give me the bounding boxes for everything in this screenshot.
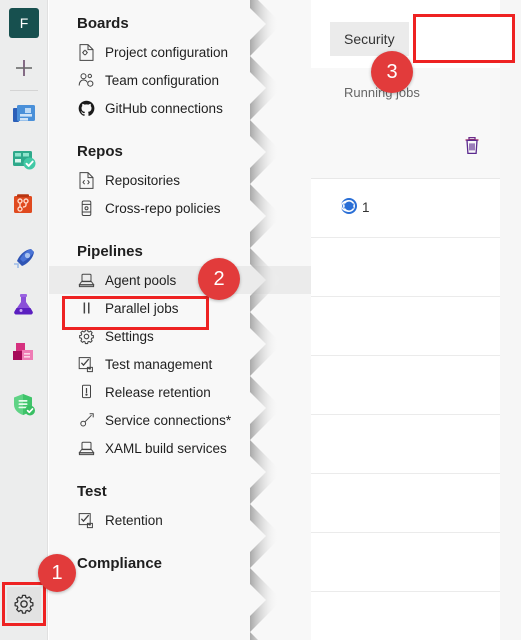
boards-icon[interactable] [9,145,39,175]
project-settings-nav: Boards Project configuration Team config… [49,0,311,640]
content-header: Security Add pool [311,0,521,68]
artifacts-icon[interactable] [9,337,39,367]
test-plans-icon[interactable] [9,290,39,320]
sidebar-item-label: Repositories [105,172,181,188]
team-icon [77,71,95,89]
nav-section-boards: Boards [77,14,129,32]
screenshot-root: F Boards Project configuration Team conf… [0,0,521,640]
service-connection-icon [77,411,95,429]
pipelines-icon[interactable] [9,244,39,274]
xaml-build-icon [77,439,95,457]
settings-gear-button[interactable] [7,587,41,621]
nav-section-pipelines: Pipelines [77,242,143,260]
sidebar-item-test-retention[interactable]: Retention [49,506,311,534]
add-icon[interactable] [9,53,39,83]
policy-icon [77,199,95,217]
sidebar-item-xaml-build-services[interactable]: XAML build services [49,434,311,462]
agent-pools-content-pane: Security Add pool Running jobs 1 [311,0,521,640]
test-management-icon [77,355,95,373]
annotation-badge-1: 1 [38,554,76,592]
sidebar-item-label: XAML build services [105,440,227,456]
parallel-jobs-icon [77,299,95,317]
table-toolbar-row [311,121,521,179]
table-row[interactable] [311,474,521,533]
sidebar-item-label: Settings [105,328,154,344]
nav-section-test: Test [77,482,107,500]
sidebar-item-project-configuration[interactable]: Project configuration [49,38,311,66]
repository-icon [77,171,95,189]
agent-pool-icon [77,271,95,289]
sidebar-item-service-connections[interactable]: Service connections* [49,406,311,434]
rail-divider [10,90,38,91]
sidebar-item-pipelines-settings[interactable]: Settings [49,322,311,350]
repos-icon[interactable] [9,190,39,220]
sidebar-item-label: Release retention [105,384,211,400]
gear-icon [14,594,34,614]
sidebar-item-label: Parallel jobs [105,300,179,316]
sidebar-item-label: Agent pools [105,272,177,288]
table-row[interactable]: 1 [311,179,521,238]
table-cell-running-jobs: 1 [362,200,370,215]
organization-logo[interactable]: F [9,8,39,38]
github-icon [77,99,95,117]
globe-icon [340,197,358,215]
overview-icon[interactable] [9,100,39,130]
test-retention-icon [77,511,95,529]
left-icon-rail: F [0,0,48,640]
annotation-badge-3: 3 [371,51,413,93]
sidebar-item-label: Team configuration [105,72,220,88]
sidebar-item-label: Retention [105,512,163,528]
sidebar-item-label: GitHub connections [105,100,223,116]
release-retention-icon [77,383,95,401]
sidebar-item-label: Cross-repo policies [105,200,221,216]
content-right-gutter [500,0,521,640]
gear-icon [77,327,95,345]
trash-icon[interactable] [461,135,483,157]
table-row[interactable] [311,592,521,640]
sidebar-item-test-management[interactable]: Test management [49,350,311,378]
table-row[interactable] [311,238,521,297]
add-pool-button[interactable]: Add pool [419,21,507,55]
table-row[interactable] [311,533,521,592]
sidebar-item-label: Test management [105,356,213,372]
advanced-security-icon[interactable] [9,390,39,420]
document-config-icon [77,43,95,61]
sidebar-item-label: Service connections* [105,412,232,428]
nav-section-compliance: Compliance [77,554,163,572]
sidebar-item-team-configuration[interactable]: Team configuration [49,66,311,94]
table-row[interactable] [311,415,521,474]
table-row[interactable] [311,356,521,415]
sidebar-item-github-connections[interactable]: GitHub connections [49,94,311,122]
sidebar-item-agent-pools[interactable]: Agent pools [49,266,311,294]
sidebar-item-parallel-jobs[interactable]: Parallel jobs [49,294,311,322]
table-row[interactable] [311,297,521,356]
annotation-badge-2: 2 [198,258,240,300]
sidebar-item-cross-repo-policies[interactable]: Cross-repo policies [49,194,311,222]
sidebar-item-release-retention[interactable]: Release retention [49,378,311,406]
sidebar-item-label: Project configuration [105,44,229,60]
nav-section-repos: Repos [77,142,123,160]
sidebar-item-repositories[interactable]: Repositories [49,166,311,194]
